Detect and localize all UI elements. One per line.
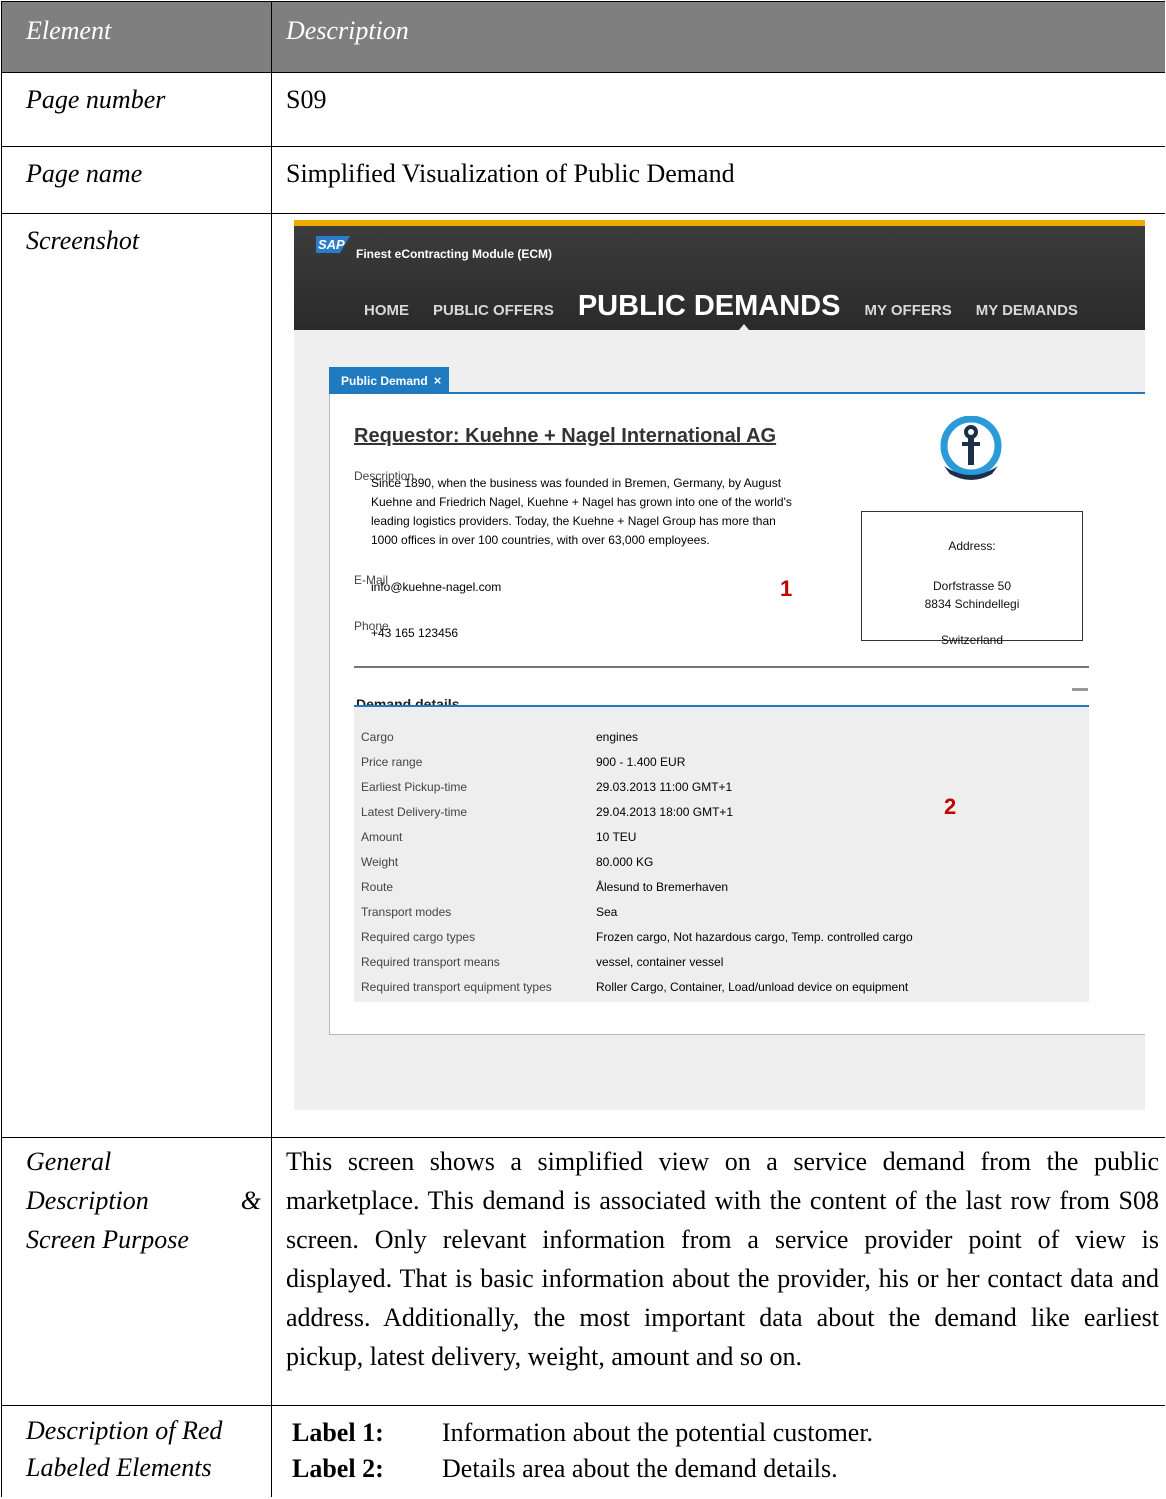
detail-value: 29.04.2013 18:00 GMT+1 — [596, 805, 734, 819]
table-header-row: Element Description — [2, 1, 1165, 73]
detail-value: 10 TEU — [596, 830, 637, 844]
detail-value: engines — [596, 730, 639, 744]
screenshot-label: Screenshot — [2, 214, 272, 1137]
general-description-text: This screen shows a simplified view on a… — [286, 1147, 1159, 1371]
tab-strip: Public Demand × — [329, 367, 1145, 394]
collapse-icon[interactable] — [1072, 688, 1088, 691]
nav-public-demands[interactable]: PUBLIC DEMANDS — [578, 288, 841, 325]
label-line-group: Description & — [26, 1181, 261, 1220]
red-label-text: Details area about the demand details. — [442, 1454, 838, 1483]
general-description-row: General Description & Screen Purpose Thi… — [2, 1138, 1165, 1406]
red-label-key: Label 1: — [292, 1418, 384, 1447]
label-line: Labeled Elements — [26, 1453, 212, 1482]
email-value[interactable]: info@kuehne-nagel.com — [371, 578, 501, 597]
sap-logo: SAP — [316, 236, 350, 253]
shell-bar: SAP Finest eContracting Module (ECM) HOM… — [294, 220, 1145, 336]
general-description-label: General Description & Screen Purpose — [2, 1138, 272, 1405]
description-text: Since 1890, when the business was founde… — [371, 474, 851, 550]
detail-value: Roller Cargo, Container, Load/unload dev… — [596, 980, 909, 994]
page-number-row: Page number S09 — [2, 73, 1165, 147]
detail-value: 80.000 KG — [596, 855, 654, 869]
detail-value: Ålesund to Bremerhaven — [596, 880, 729, 894]
detail-value: Sea — [596, 905, 618, 919]
nav-home[interactable]: HOME — [364, 292, 409, 329]
header-description: Description — [286, 16, 409, 45]
red-label-1: 1 — [780, 576, 793, 601]
description-line: 1000 offices in over 100 countries, with… — [371, 533, 710, 547]
label-line: General — [26, 1147, 112, 1176]
app-screenshot: SAP Finest eContracting Module (ECM) HOM… — [294, 220, 1145, 1110]
close-icon[interactable]: × — [434, 373, 442, 388]
page-name-value: Simplified Visualization of Public Deman… — [286, 159, 735, 188]
tab-public-demand[interactable]: Public Demand × — [329, 367, 450, 394]
label-line: Description of Red — [26, 1416, 223, 1445]
header-element: Element — [2, 2, 272, 72]
detail-row: Required transport equipment types Roller… — [361, 969, 908, 1006]
page-name-row: Page name Simplified Visualization of Pu… — [2, 147, 1165, 214]
red-label-text: Information about the potential customer… — [442, 1418, 874, 1447]
tab-label: Public Demand — [341, 374, 428, 388]
detail-value: 900 - 1.400 EUR — [596, 755, 686, 769]
phone-value: +43 165 123456 — [371, 626, 459, 640]
label-line: Screen Purpose — [26, 1225, 189, 1254]
address-heading: Address: — [948, 539, 996, 553]
page-number-label: Page number — [2, 73, 272, 146]
nav-my-demands[interactable]: MY DEMANDS — [976, 292, 1078, 329]
main-nav: HOME PUBLIC OFFERS PUBLIC DEMANDS MY OFF… — [364, 288, 1102, 329]
description-line: leading logistics providers. Today, the … — [371, 514, 776, 528]
label-line: Description — [26, 1186, 149, 1215]
anchor-logo-icon — [940, 416, 1002, 480]
detail-key: Required transport equipment types — [361, 980, 552, 994]
nav-my-offers[interactable]: MY OFFERS — [864, 292, 951, 329]
address-country: Switzerland — [940, 633, 1004, 647]
active-nav-caret-icon — [734, 324, 754, 336]
red-labels-label: Description of Red Labeled Elements — [2, 1406, 272, 1497]
red-label-item: Label 1: Information about the potential… — [292, 1414, 1159, 1450]
red-label-2: 2 — [944, 794, 957, 819]
requestor-title[interactable]: Requestor: Kuehne + Nagel International … — [354, 418, 776, 455]
red-labels-list: Label 1: Information about the potential… — [272, 1406, 1165, 1497]
nav-public-offers[interactable]: PUBLIC OFFERS — [433, 292, 554, 329]
address-box: Address: Dorfstrasse 50 8834 Schindelleg… — [861, 511, 1083, 647]
detail-value: Frozen cargo, Not hazardous cargo, Temp.… — [596, 930, 913, 944]
red-labels-row: Description of Red Labeled Elements Labe… — [2, 1406, 1165, 1497]
red-label-key: Label 2: — [292, 1454, 384, 1483]
demand-details-area: Cargo engines Price range 900 - 1.400 EUR … — [354, 707, 1089, 1002]
label-line: & — [240, 1186, 261, 1215]
page-name-label: Page name — [2, 147, 272, 213]
screenshot-row: Screenshot SAP Finest eContracting Modul… — [2, 214, 1165, 1138]
detail-value: 29.03.2013 11:00 GMT+1 — [596, 780, 733, 794]
description-line: Kuehne and Friedrich Nagel, Kuehne + Nag… — [371, 495, 792, 509]
address-city: 8834 Schindellegi — [924, 597, 1020, 611]
red-label-item: Label 2: Details area about the demand d… — [292, 1450, 1159, 1486]
screenshot-cell: SAP Finest eContracting Module (ECM) HOM… — [272, 214, 1165, 1137]
description-line: Since 1890, when the business was founde… — [371, 476, 782, 490]
spec-table: Element Description Page number S09 Page… — [1, 1, 1165, 1497]
section-divider — [354, 666, 1089, 668]
app-title: Finest eContracting Module (ECM) — [356, 247, 552, 261]
detail-value: vessel, container vessel — [596, 955, 724, 969]
page-number-value: S09 — [286, 85, 327, 114]
